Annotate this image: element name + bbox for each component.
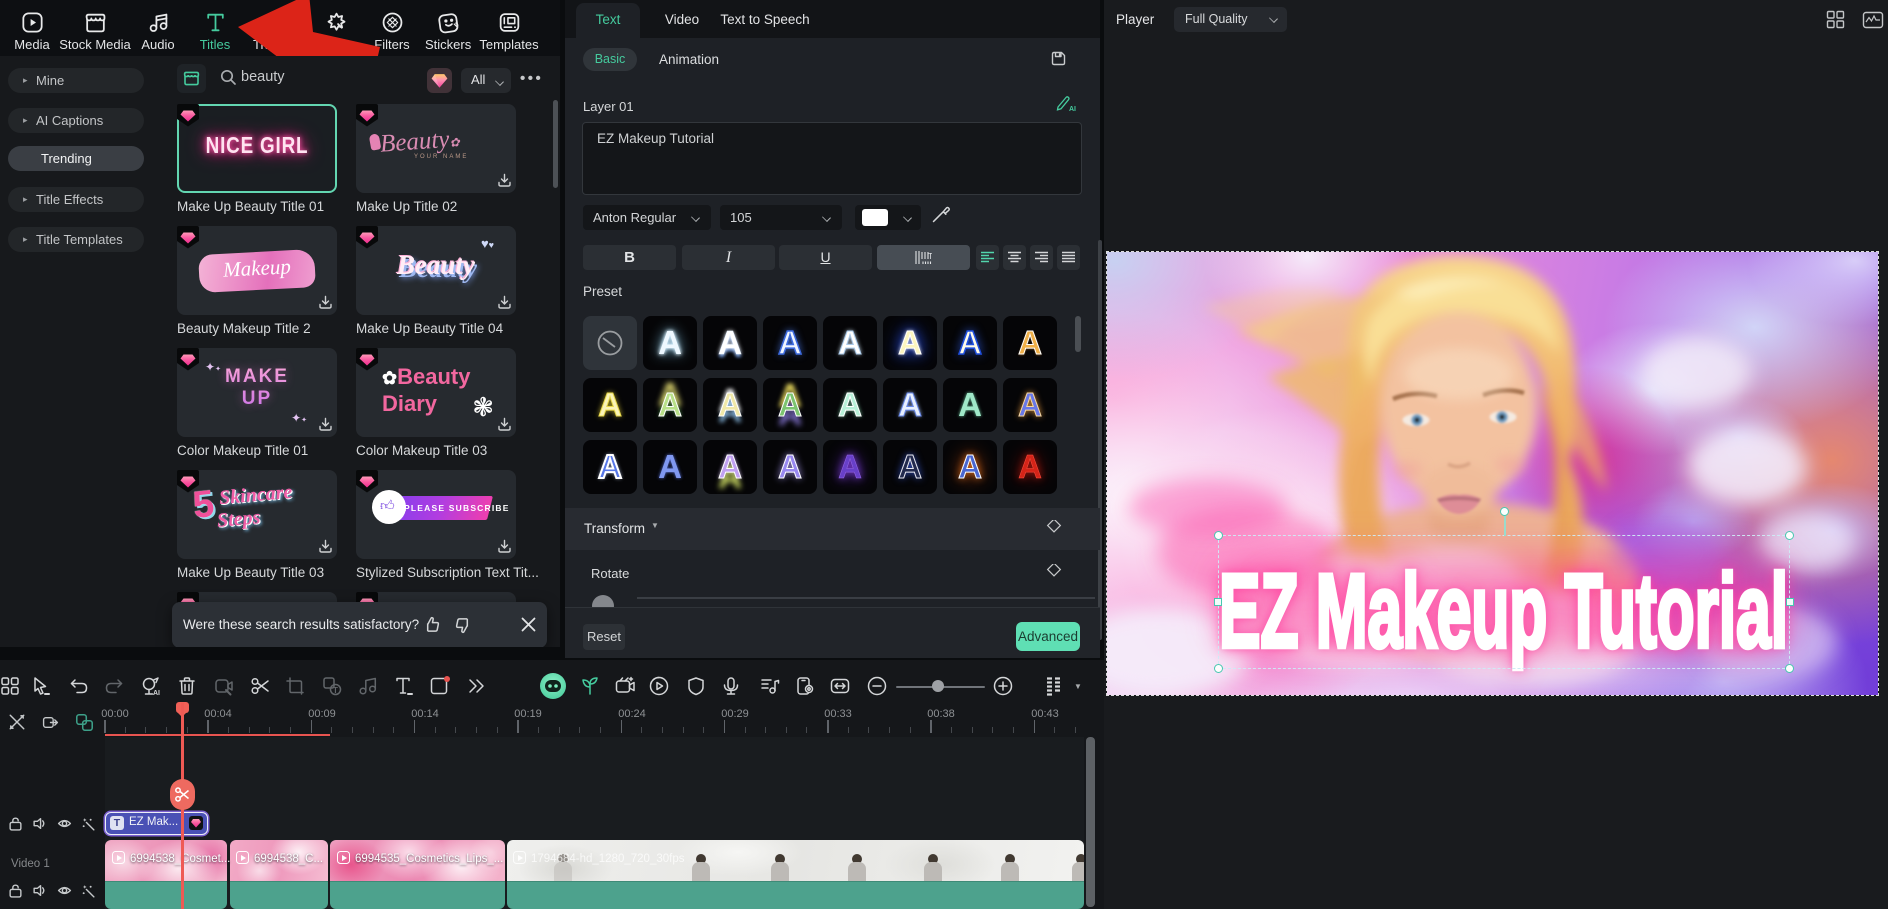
- svg-text:T: T: [928, 252, 932, 261]
- svg-text:T: T: [333, 686, 338, 695]
- svg-text:AI: AI: [153, 690, 160, 697]
- svg-text:AI: AI: [1069, 106, 1076, 113]
